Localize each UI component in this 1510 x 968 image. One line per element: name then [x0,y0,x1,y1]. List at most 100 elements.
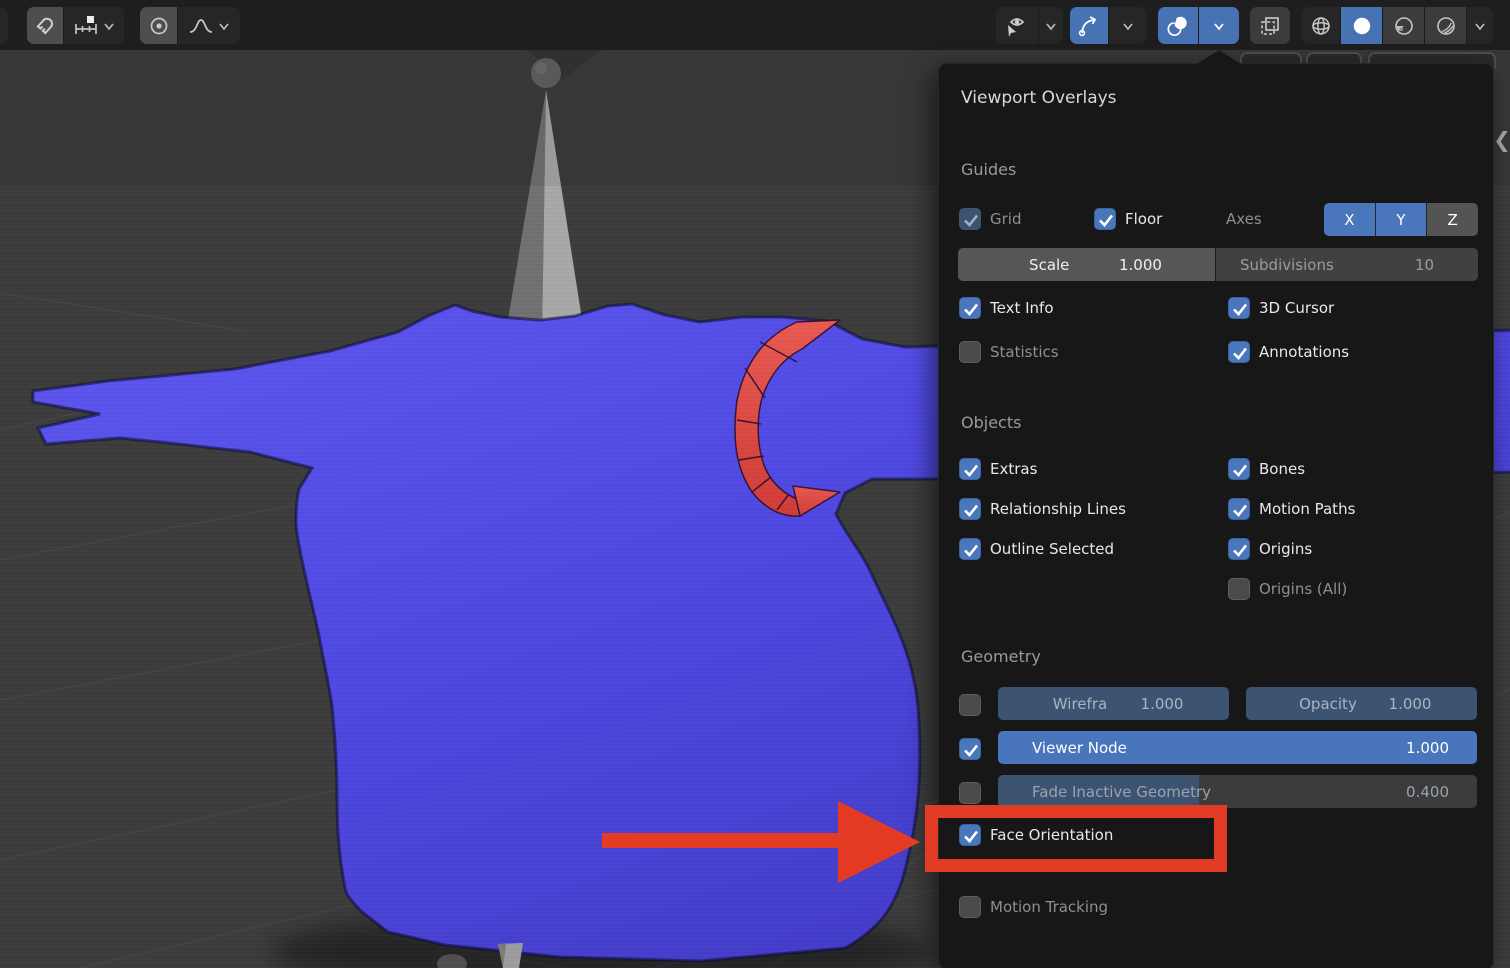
text-info-checkbox[interactable] [959,297,981,319]
statistics-row[interactable]: Statistics [959,339,1059,365]
magnet-icon [34,15,56,37]
motion-tracking-checkbox[interactable] [959,896,981,918]
chevron-down-icon [1473,19,1487,33]
floor-label: Floor [1125,210,1162,228]
shading-chevron[interactable] [1466,7,1493,44]
extras-checkbox[interactable] [959,458,981,480]
motion-tracking-label: Motion Tracking [990,898,1108,916]
material-sphere-icon [1392,14,1416,38]
sidebar-collapse-chevron-icon[interactable]: ❮ [1494,118,1510,162]
bones-checkbox[interactable] [1228,458,1250,480]
chevron-down-icon [102,19,116,33]
wireframe-checkbox[interactable] [959,694,981,716]
check-icon [1230,343,1250,363]
fade-inactive-value: 0.400 [1406,783,1449,801]
opacity-slider[interactable]: Opacity 1.000 [1246,687,1477,720]
origins-row[interactable]: Origins [1228,536,1312,562]
floor-checkbox-row[interactable]: Floor [1094,206,1162,232]
gizmos-chevron[interactable] [1108,7,1146,44]
axis-x-button[interactable]: X [1324,203,1375,236]
wireframe-row-checkbox-wrap[interactable] [959,692,981,718]
fade-inactive-checkbox-wrap[interactable] [959,780,981,806]
bone-head-sphere [531,58,561,88]
shading-wireframe-button[interactable] [1302,7,1340,44]
shading-material-button[interactable] [1382,7,1424,44]
statistics-checkbox[interactable] [959,341,981,363]
popover-pointer [1197,50,1241,64]
scale-value: 1.000 [1087,256,1195,274]
bones-row[interactable]: Bones [1228,456,1305,482]
eye-pointer-icon [1004,14,1030,38]
relationship-lines-label: Relationship Lines [990,500,1126,518]
fade-inactive-checkbox[interactable] [959,782,981,804]
show-object-types-button[interactable] [996,7,1038,44]
shading-rendered-button[interactable] [1424,7,1466,44]
chevron-down-icon [217,19,231,33]
check-icon [961,740,981,760]
fade-inactive-label: Fade Inactive Geometry [1032,783,1211,801]
motion-tracking-row[interactable]: Motion Tracking [959,894,1108,920]
gizmos-toggle-button[interactable] [1070,7,1108,44]
axis-y-button[interactable]: Y [1375,203,1427,236]
check-icon [1230,500,1250,520]
origins-checkbox[interactable] [1228,538,1250,560]
origins-all-label: Origins (All) [1259,580,1347,598]
floor-checkbox[interactable] [1094,208,1116,230]
overlays-toggle-button[interactable] [1158,7,1198,44]
shading-solid-button[interactable] [1340,7,1382,44]
wireframe-slider[interactable]: Wirefra 1.000 [998,687,1229,720]
extras-label: Extras [990,460,1037,478]
grid-checkbox-row[interactable]: Grid [959,206,1021,232]
clipped-dropdown-button[interactable] [0,7,8,44]
fade-inactive-slider[interactable]: Fade Inactive Geometry 0.400 [998,775,1477,808]
blender-window: ❮ Viewport Overlays Guides Grid Floor Ax… [0,0,1510,968]
relationship-lines-checkbox[interactable] [959,498,981,520]
origins-all-row[interactable]: Origins (All) [1228,576,1347,602]
proportional-editing-group [140,7,240,44]
chevron-down-icon [0,7,8,44]
check-icon [961,299,981,319]
annotations-row[interactable]: Annotations [1228,339,1349,365]
viewer-node-checkbox[interactable] [959,738,981,760]
object-types-chevron[interactable] [1038,7,1063,44]
motion-paths-row[interactable]: Motion Paths [1228,496,1355,522]
relationship-lines-row[interactable]: Relationship Lines [959,496,1126,522]
toggle-xray-button[interactable] [1250,7,1290,44]
axes-label: Axes [1226,210,1262,228]
grid-subdivisions-slider[interactable]: Subdivisions 10 [1216,248,1478,281]
xray-icon [1258,14,1282,38]
proportional-editing-button[interactable] [140,7,177,44]
3d-cursor-checkbox[interactable] [1228,297,1250,319]
viewer-node-slider[interactable]: Viewer Node 1.000 [998,731,1477,764]
text-info-row[interactable]: Text Info [959,295,1054,321]
outline-selected-checkbox[interactable] [959,538,981,560]
section-guides: Guides [961,160,1016,179]
annotation-highlight-box [925,805,1227,872]
grid-checkbox[interactable] [959,208,981,230]
check-icon [1230,460,1250,480]
subdivisions-value: 10 [1415,256,1434,274]
extras-row[interactable]: Extras [959,456,1037,482]
gizmos-group [1070,7,1146,44]
outline-selected-row[interactable]: Outline Selected [959,536,1114,562]
motion-paths-checkbox[interactable] [1228,498,1250,520]
motion-paths-label: Motion Paths [1259,500,1355,518]
check-icon [1096,210,1116,230]
viewer-node-checkbox-wrap[interactable] [959,736,981,762]
annotations-checkbox[interactable] [1228,341,1250,363]
snap-target-button[interactable] [63,7,124,44]
shading-group [1302,7,1493,44]
xray-group [1250,7,1290,44]
overlays-dropdown-chevron[interactable] [1198,7,1239,44]
overlays-group [1158,7,1239,44]
snapping-group [27,7,124,44]
grid-scale-slider[interactable]: Scale 1.000 [958,248,1215,281]
origins-all-checkbox[interactable] [1228,578,1250,600]
check-icon [1230,299,1250,319]
proportional-falloff-button[interactable] [177,7,240,44]
3d-cursor-row[interactable]: 3D Cursor [1228,295,1334,321]
check-icon [961,460,981,480]
snap-toggle-button[interactable] [27,7,63,44]
axis-z-button[interactable]: Z [1426,203,1478,236]
check-icon [961,500,981,520]
